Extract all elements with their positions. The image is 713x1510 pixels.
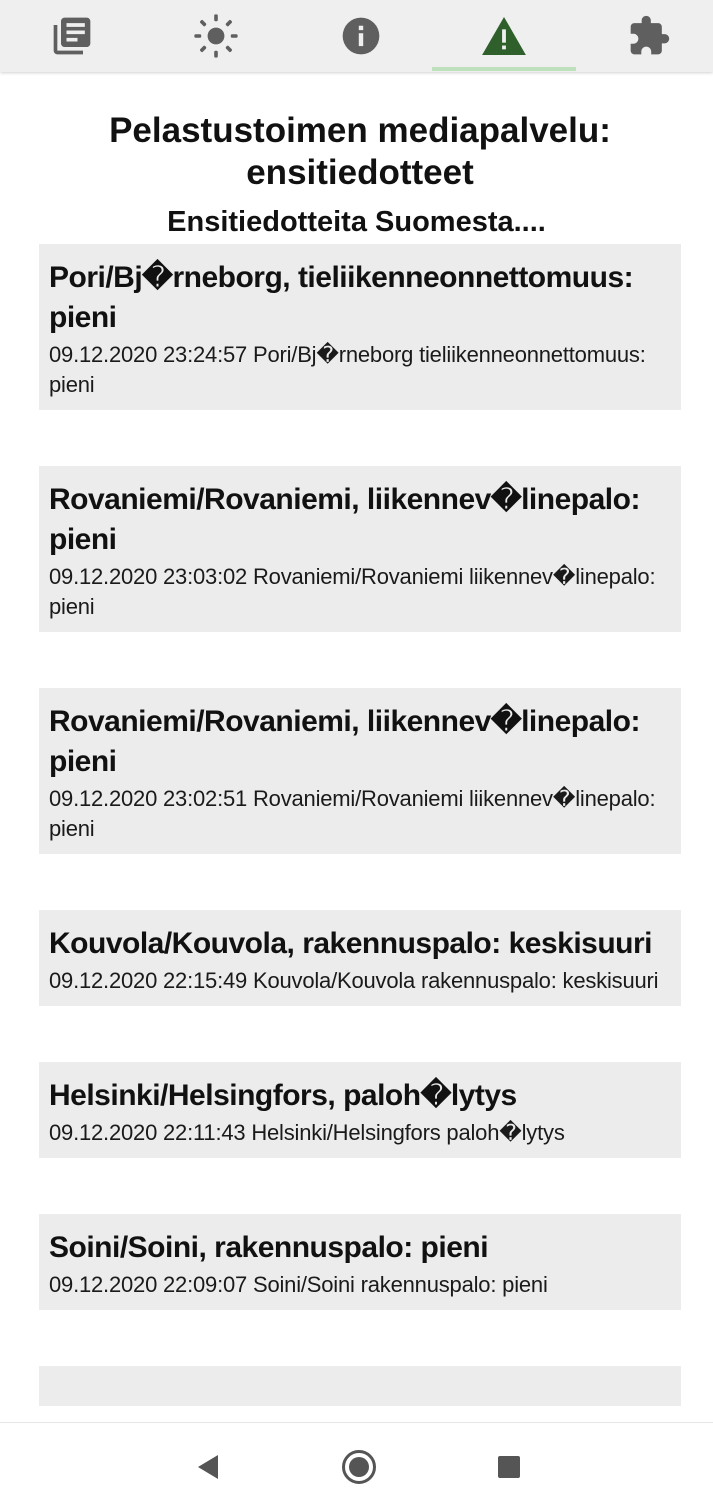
news-item[interactable]: Rovaniemi/Rovaniemi, liikennev�linepalo:… <box>39 688 681 854</box>
tab-info[interactable] <box>289 0 433 72</box>
news-icon <box>53 17 91 55</box>
tab-weather[interactable] <box>144 0 288 72</box>
main-content[interactable]: Pelastustoimen mediapalvelu: ensitiedott… <box>0 72 713 1422</box>
warning-icon <box>482 16 526 56</box>
news-item-title: Helsinki/Helsingfors, paloh�lytys <box>49 1079 517 1112</box>
news-item-description: 09.12.2020 22:11:43 Helsinki/Helsingfors… <box>49 1120 565 1145</box>
top-tab-bar <box>0 0 713 72</box>
news-item[interactable]: Soini/Soini, rakennuspalo: pieni 09.12.2… <box>39 1214 681 1310</box>
tab-news[interactable] <box>0 0 144 72</box>
tab-extensions[interactable] <box>577 0 713 72</box>
news-item-description: 09.12.2020 22:09:07 Soini/Soini rakennus… <box>49 1272 548 1297</box>
page-subtitle: Ensitiedotteita Suomesta.... <box>167 206 546 238</box>
system-navigation-bar <box>0 1422 713 1510</box>
news-item-description: 09.12.2020 23:02:51 Rovaniemi/Rovaniemi … <box>49 786 656 841</box>
back-icon <box>198 1455 218 1479</box>
news-item-partial[interactable] <box>39 1366 681 1406</box>
news-item-title: Pori/Bj�rneborg, tieliikenneonnettomuus:… <box>49 261 634 334</box>
news-item-description: 09.12.2020 23:24:57 Pori/Bj�rneborg tiel… <box>49 342 646 397</box>
news-item-title: Rovaniemi/Rovaniemi, liikennev�linepalo:… <box>49 483 640 556</box>
news-item-description: 09.12.2020 22:15:49 Kouvola/Kouvola rake… <box>49 968 659 993</box>
news-item-title: Soini/Soini, rakennuspalo: pieni <box>49 1231 489 1264</box>
news-item[interactable]: Rovaniemi/Rovaniemi, liikennev�linepalo:… <box>39 466 681 632</box>
puzzle-icon <box>630 15 670 55</box>
weather-sun-icon <box>194 14 238 58</box>
recents-icon <box>498 1456 520 1478</box>
home-button[interactable] <box>337 1445 381 1489</box>
news-item[interactable]: Helsinki/Helsingfors, paloh�lytys 09.12.… <box>39 1062 681 1158</box>
home-icon <box>342 1450 376 1484</box>
back-button[interactable] <box>186 1445 230 1489</box>
news-item-title: Kouvola/Kouvola, rakennuspalo: keskisuur… <box>49 927 653 960</box>
news-item-description: 09.12.2020 23:03:02 Rovaniemi/Rovaniemi … <box>49 564 656 619</box>
news-item[interactable]: Pori/Bj�rneborg, tieliikenneonnettomuus:… <box>39 244 681 410</box>
info-icon <box>342 17 380 55</box>
recents-button[interactable] <box>487 1445 531 1489</box>
page-title: Pelastustoimen mediapalvelu: ensitiedott… <box>109 111 611 192</box>
news-item[interactable]: Kouvola/Kouvola, rakennuspalo: keskisuur… <box>39 910 681 1006</box>
news-item-title: Rovaniemi/Rovaniemi, liikennev�linepalo:… <box>49 705 640 778</box>
tab-alerts[interactable] <box>432 0 576 72</box>
news-list: Pori/Bj�rneborg, tieliikenneonnettomuus:… <box>39 244 681 1422</box>
